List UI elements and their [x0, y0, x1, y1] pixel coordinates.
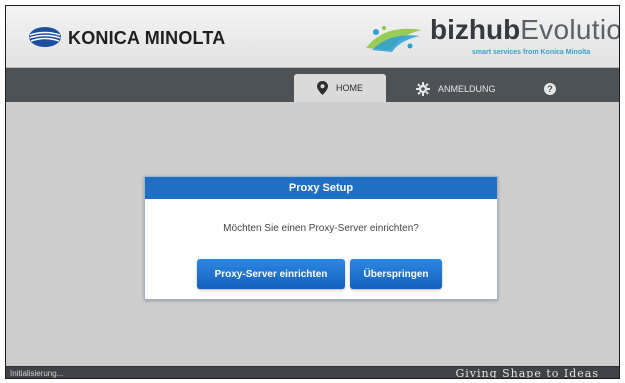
- status-text: Initialisierung...: [10, 369, 64, 378]
- product-title-light: Evolution: [520, 14, 619, 45]
- tab-home-label: HOME: [336, 83, 363, 93]
- help-icon[interactable]: ?: [544, 83, 556, 95]
- tab-anmeldung-label: ANMELDUNG: [438, 84, 496, 94]
- status-bar: Initialisierung... Giving Shape to Ideas: [6, 366, 619, 379]
- konica-minolta-logo-icon: [29, 27, 61, 47]
- brand-tagline: Giving Shape to Ideas: [455, 367, 599, 379]
- tab-anmeldung[interactable]: ANMELDUNG: [416, 78, 496, 100]
- nav-bar: HOME ANMELDUNG ?: [6, 68, 619, 102]
- main-content: Proxy Setup Möchten Sie einen Proxy-Serv…: [6, 102, 619, 366]
- setup-proxy-button[interactable]: Proxy-Server einrichten: [197, 259, 345, 289]
- app-window: KONICA MINOLTA bizhubEvolution smart ser…: [5, 5, 620, 379]
- product-title-bold: bizhub: [430, 14, 521, 45]
- product-title: bizhubEvolution: [430, 14, 619, 46]
- proxy-setup-dialog: Proxy Setup Möchten Sie einen Proxy-Serv…: [144, 176, 498, 300]
- dialog-message: Möchten Sie einen Proxy-Server einrichte…: [223, 223, 419, 234]
- app-header: KONICA MINOLTA bizhubEvolution smart ser…: [6, 6, 619, 68]
- bizhub-emblem-icon: [366, 26, 422, 52]
- tab-home[interactable]: HOME: [294, 74, 386, 102]
- brand-name: KONICA MINOLTA: [68, 28, 226, 48]
- dialog-title: Proxy Setup: [145, 177, 497, 199]
- product-tagline: smart services from Konica Minolta: [472, 49, 591, 56]
- map-pin-icon: [317, 81, 328, 95]
- skip-button[interactable]: Überspringen: [350, 259, 442, 289]
- gear-icon: [416, 82, 430, 96]
